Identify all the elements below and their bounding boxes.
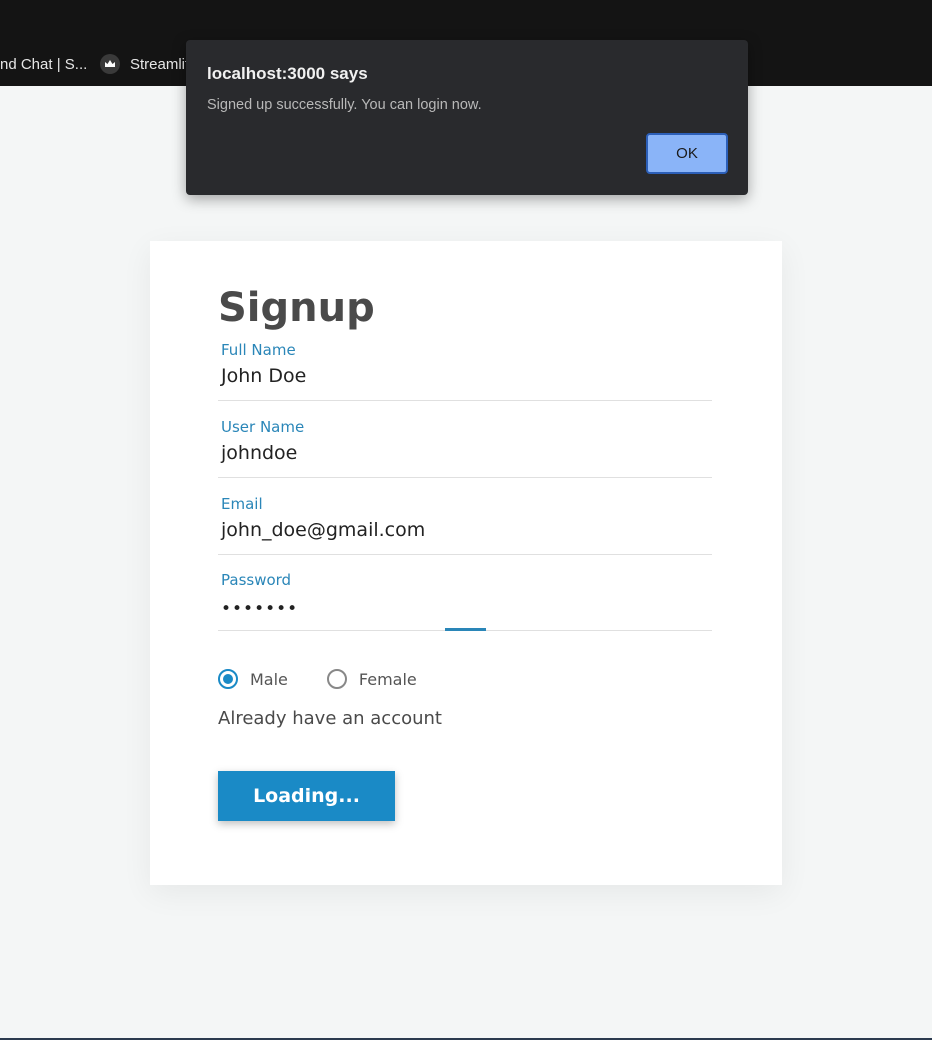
bookmark-label: nd Chat | S... <box>0 55 88 73</box>
username-input[interactable]: johndoe <box>221 442 297 464</box>
email-label: Email <box>221 495 263 513</box>
email-field[interactable]: Email john_doe@gmail.com <box>218 495 712 555</box>
alert-title: localhost:3000 says <box>207 64 368 83</box>
focus-indicator <box>445 628 486 631</box>
page-title: Signup <box>218 285 375 331</box>
signup-button[interactable]: Loading... <box>218 771 395 821</box>
radio-male[interactable] <box>218 669 238 689</box>
username-field[interactable]: User Name johndoe <box>218 418 712 478</box>
username-label: User Name <box>221 418 305 436</box>
radio-male-label[interactable]: Male <box>250 670 288 689</box>
full-name-input[interactable]: John Doe <box>221 365 306 387</box>
email-input[interactable]: john_doe@gmail.com <box>221 519 425 541</box>
login-link[interactable]: Already have an account <box>218 708 442 729</box>
password-label: Password <box>221 571 292 589</box>
signup-card: Signup Full Name John Doe User Name john… <box>150 241 782 885</box>
bookmark-label: Streamlit <box>130 55 190 73</box>
full-name-label: Full Name <box>221 341 296 359</box>
password-input[interactable]: ••••••• <box>221 599 298 619</box>
radio-female[interactable] <box>326 669 347 689</box>
gender-radio-group: Male Female <box>218 669 417 689</box>
radio-female-label[interactable]: Female <box>359 670 417 689</box>
bookmark-item-streamlit[interactable]: Streamlit <box>100 53 189 75</box>
crown-icon <box>100 54 120 74</box>
full-name-field[interactable]: Full Name John Doe <box>218 341 712 401</box>
password-field[interactable]: Password ••••••• <box>218 571 712 631</box>
alert-message: Signed up successfully. You can login no… <box>207 97 482 113</box>
ok-button[interactable]: OK <box>646 133 728 174</box>
alert-dialog: localhost:3000 says Signed up successful… <box>186 40 748 195</box>
bookmark-item[interactable]: nd Chat | S... <box>0 53 87 75</box>
